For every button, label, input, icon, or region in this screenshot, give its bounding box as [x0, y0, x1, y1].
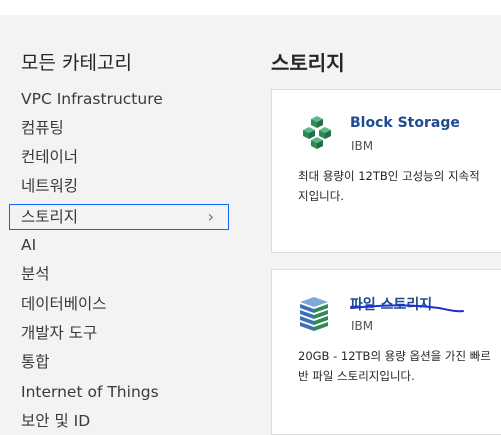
card-description: 20GB - 12TB의 용량 옵션을 가진 빠르 반 파일 스토리지입니다.: [298, 346, 501, 386]
sidebar-item-containers[interactable]: 컨테이너: [21, 145, 229, 169]
sidebar-item-label: 통합: [21, 353, 50, 371]
sidebar-item-ai[interactable]: AI: [21, 233, 229, 257]
file-storage-icon: [300, 297, 328, 331]
sidebar-item-label: 개발자 도구: [21, 324, 98, 342]
top-strip: [0, 0, 501, 15]
sidebar-heading: 모든 카테고리: [21, 52, 132, 74]
page-title: 스토리지: [271, 51, 345, 75]
card-description-line: 반 파일 스토리지입니다.: [298, 369, 415, 383]
card-title[interactable]: Block Storage: [350, 115, 460, 131]
card-description-line: 최대 용량이 12TB인 고성능의 지속적: [298, 169, 480, 183]
card-vendor: IBM: [351, 139, 374, 153]
chevron-right-icon: ›: [207, 207, 214, 226]
sidebar-item-label: 컴퓨팅: [21, 119, 64, 137]
catalog-card-block-storage[interactable]: Block Storage IBM 최대 용량이 12TB인 고성능의 지속적 …: [271, 89, 501, 253]
sidebar-item-label: 스토리지: [21, 208, 79, 226]
sidebar-item-label: VPC Infrastructure: [21, 90, 163, 108]
sidebar-item-label: 네트워킹: [21, 177, 79, 195]
sidebar-item-label: 데이터베이스: [21, 295, 107, 313]
card-description: 최대 용량이 12TB인 고성능의 지속적 지입니다.: [298, 166, 501, 206]
annotation-underline: [350, 304, 464, 313]
sidebar-item-label: Internet of Things: [21, 383, 159, 401]
category-sidebar: 모든 카테고리 VPC Infrastructure 컴퓨팅 컨테이너 네트워킹…: [0, 15, 250, 435]
sidebar-item-label: 보안 및 ID: [21, 412, 91, 430]
sidebar-item-label: 컨테이너: [21, 148, 79, 166]
sidebar-item-integration[interactable]: 통합: [21, 350, 229, 374]
card-description-line: 지입니다.: [298, 189, 344, 203]
card-vendor: IBM: [351, 319, 374, 333]
sidebar-item-networking[interactable]: 네트워킹: [21, 174, 229, 198]
sidebar-item-developer-tools[interactable]: 개발자 도구: [21, 321, 229, 345]
sidebar-item-label: 분석: [21, 265, 50, 283]
sidebar-item-analytics[interactable]: 분석: [21, 262, 229, 286]
sidebar-item-internet-of-things[interactable]: Internet of Things: [21, 380, 229, 404]
sidebar-item-security-identity[interactable]: 보안 및 ID: [21, 409, 229, 433]
sidebar-item-storage[interactable]: 스토리지 ›: [9, 204, 229, 230]
sidebar-item-compute[interactable]: 컴퓨팅: [21, 116, 229, 140]
catalog-card-file-storage[interactable]: 파일 스토리지 IBM 20GB - 12TB의 용량 옵션을 가진 빠르 반 …: [271, 269, 501, 435]
card-description-line: 20GB - 12TB의 용량 옵션을 가진 빠르: [298, 349, 491, 363]
sidebar-item-label: AI: [21, 236, 37, 254]
sidebar-item-vpc-infrastructure[interactable]: VPC Infrastructure: [21, 87, 229, 111]
sidebar-item-databases[interactable]: 데이터베이스: [21, 292, 229, 316]
block-storage-icon: [303, 116, 331, 149]
